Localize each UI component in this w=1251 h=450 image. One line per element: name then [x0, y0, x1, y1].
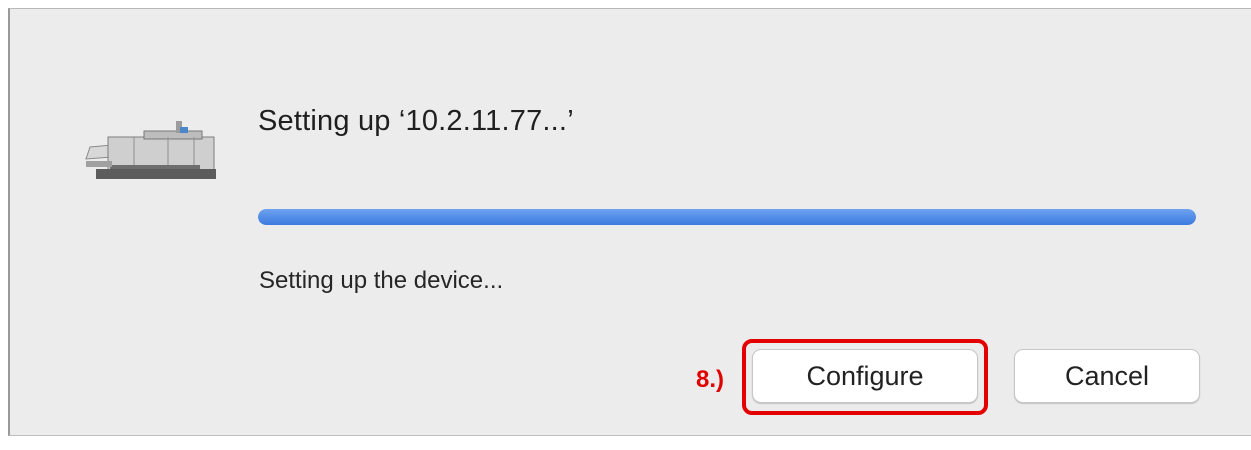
- step-annotation-label: 8.): [696, 366, 725, 393]
- cancel-button[interactable]: Cancel: [1014, 349, 1200, 403]
- printer-icon: [82, 109, 222, 199]
- progress-bar: [258, 209, 1196, 225]
- status-text: Setting up the device...: [259, 267, 504, 294]
- dialog-title: Setting up ‘10.2.11.77...’: [258, 105, 574, 137]
- progress-bar-fill: [258, 209, 1196, 225]
- configure-button[interactable]: Configure: [752, 349, 978, 403]
- setup-dialog: Setting up ‘10.2.11.77...’ Setting up th…: [8, 8, 1251, 436]
